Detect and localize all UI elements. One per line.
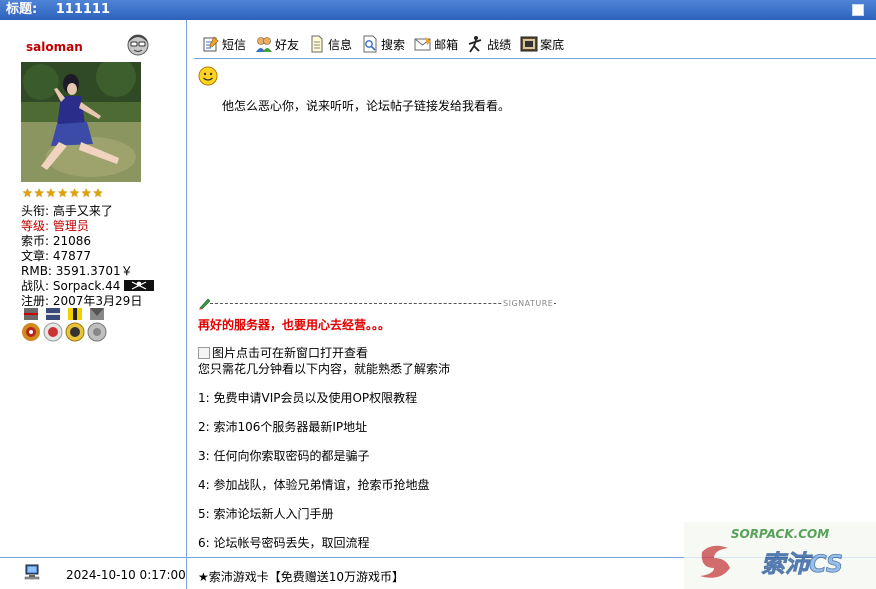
signature-link[interactable]: 5: 索沛论坛新人入门手册 [198,505,430,534]
post-panel: 短信 好友 信息 搜索 邮箱 战绩 案底 他怎么恶心你，说来听听，论坛帖子链接发… [188,20,876,557]
author-avatar [21,62,141,182]
signature-link[interactable]: 2: 索沛106个服务器最新IP地址 [198,418,430,447]
computer-icon[interactable] [24,564,40,580]
star-icon: ★ [92,186,104,200]
author-rank-stars: ★ ★ ★ ★ ★ ★ ★ [22,187,103,199]
thread-title-label: 标题: [6,2,38,17]
star-icon: ★ [69,186,80,200]
sorpack-watermark-logo: SORPACK.COM 索沛CS [684,522,876,589]
author-coins-row: 索币: 21086 [21,234,92,248]
broken-image-icon [198,346,210,359]
footer-ad-link[interactable]: ★索沛游戏卡【免费赠送10万游戏币】 [198,568,404,585]
post-time: 2024-10-10 0:17:00 [66,568,186,582]
toolbar-record-button[interactable]: 战绩 [467,35,511,53]
toolbar-mail-button[interactable]: 邮箱 [414,35,458,53]
author-rmb-row: RMB: 3591.3701￥ [21,264,133,278]
toolbar-info-button[interactable]: 信息 [308,35,352,53]
info-icon [311,35,323,53]
friends-icon [256,37,273,52]
star-icon: ★ [33,186,45,200]
message-icon [203,36,219,52]
signature-intro: 您只需花几分钟看以下内容，就能熟悉了解索沛 [198,362,451,376]
author-info: 头衔: 高手又来了 等级: 管理员 索币: 21086 文章: 47877 RM… [21,204,155,309]
signature-image-link[interactable]: 图片点击可在新窗口打开查看 [198,344,368,361]
search-icon [363,35,377,53]
medal-icon [65,308,85,342]
star-icon: ★ [80,186,92,200]
smiley-icon [198,66,218,86]
signature-link[interactable]: 3: 任何向你索取密码的都是骗子 [198,447,430,476]
toolbar-friends-button[interactable]: 好友 [255,35,299,53]
medal-icon [43,308,63,342]
thread-title-bar: 标题: 111111 [0,0,876,20]
toolbar-file-button[interactable]: 案底 [520,35,564,53]
svg-text:SORPACK.COM: SORPACK.COM [731,527,829,541]
signature-link[interactable]: 4: 参加战队，体验兄弟情谊，抢索币抢地盘 [198,476,430,505]
star-icon: ★ [22,186,33,200]
author-team-row: 战队: Sorpack.44 [21,279,155,294]
mail-icon [414,37,432,51]
author-register-row: 注册: 2007年3月29日 [21,294,143,308]
star-icon: ★ [45,186,57,200]
author-posts-row: 文章: 47877 [21,249,92,263]
file-icon [520,36,538,52]
user-toolbar: 短信 好友 信息 搜索 邮箱 战绩 案底 [202,34,573,54]
thread-title-value: 111111 [55,2,111,17]
author-level-row: 等级: 管理员 [21,219,89,233]
face-icon [127,34,149,56]
signature-slogan: 再好的服务器，也要用心去经营。。。 [198,318,391,332]
signature-link[interactable]: 1: 免费申请VIP会员以及使用OP权限教程 [198,389,430,418]
toolbar-search-button[interactable]: 搜索 [361,35,405,53]
star-icon: ★ [57,186,69,200]
title-bar-box[interactable] [852,4,864,16]
medal-icon [87,308,107,342]
svg-text:索沛CS: 索沛CS [761,550,843,578]
medal-icon [22,308,40,341]
signature-label: SIGNATURE [502,299,555,308]
author-panel: saloman ★ ★ ★ ★ ★ ★ ★ 头衔: 高手又来了 等级: 管理员 … [0,20,187,557]
author-title-row: 头衔: 高手又来了 [21,204,113,218]
author-medals [21,308,107,344]
pirate-flag-icon [124,280,155,291]
record-icon [468,36,482,53]
toolbar-divider [194,58,876,59]
post-footer-left: 2024-10-10 0:17:00 [0,558,187,589]
toolbar-message-button[interactable]: 短信 [202,35,246,53]
signature-link-list: 1: 免费申请VIP会员以及使用OP权限教程 2: 索沛106个服务器最新IP地… [198,389,430,563]
author-username[interactable]: saloman [26,40,83,54]
post-message: 他怎么恶心你，说来听听，论坛帖子链接发给我看看。 [222,99,511,113]
